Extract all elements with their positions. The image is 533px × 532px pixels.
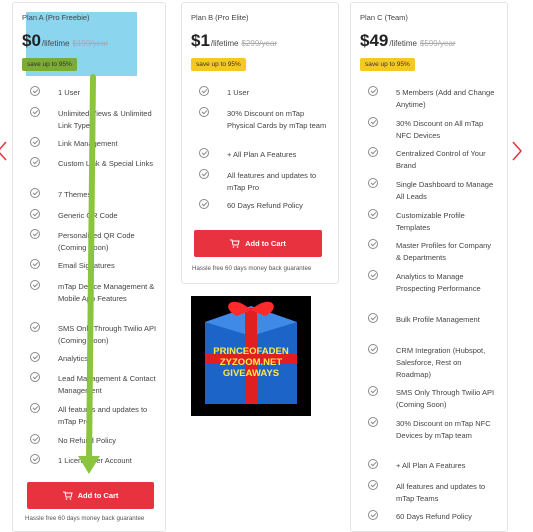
chevron-right-icon[interactable] — [510, 140, 524, 162]
chevron-left-icon[interactable] — [0, 140, 10, 162]
green-arrow-annotation — [78, 74, 100, 474]
